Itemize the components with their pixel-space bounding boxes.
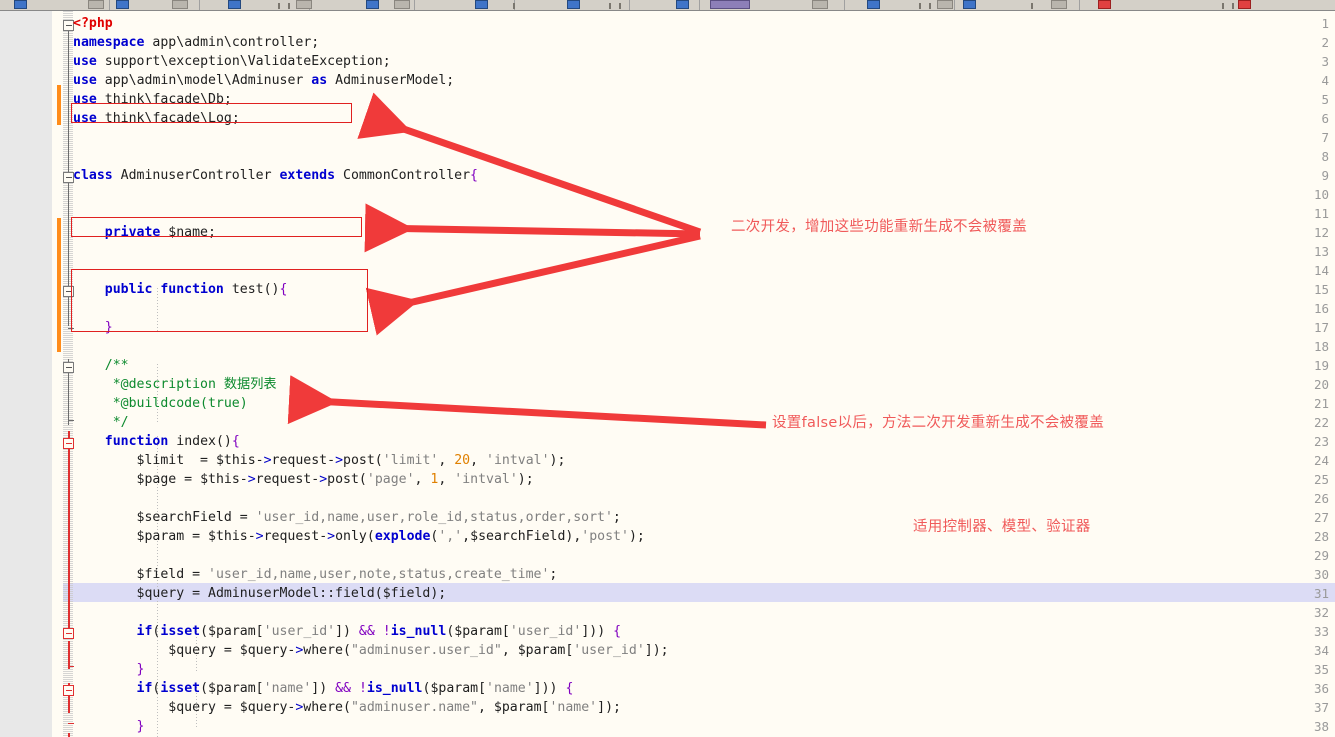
toolbar-tick-2 [288,3,290,9]
toolbar-tick-6 [919,3,921,9]
toolbar-tick-8 [1031,3,1033,9]
code-line[interactable]: class AdminuserController extends Common… [73,166,478,185]
toolbar-icon-17[interactable] [1051,0,1067,9]
fold-line-class [68,177,69,289]
toolbar-tick-1 [278,3,280,9]
code-line[interactable]: use app\admin\model\Adminuser as Adminus… [73,71,454,90]
code-line[interactable]: use think\facade\Log; [73,109,240,128]
fold-line-index [68,431,70,631]
toolbar-group-7[interactable] [630,0,700,10]
code-editor-window: 1 2 3 4 5 6 7 8 9 10 11 12 13 14 15 16 17 18 19 20 21 22 23 24 2… [0,0,1335,737]
code-line[interactable]: *@description 数据列表 [73,375,277,394]
toolbar-group-4[interactable] [310,0,415,10]
code-line[interactable]: <?php [73,14,113,33]
toolbar-icon-8[interactable] [394,0,410,9]
toolbar-group-6[interactable] [515,0,630,10]
code-line[interactable]: private $name; [73,223,216,242]
toolbar-icon-1[interactable] [14,0,27,9]
code-line[interactable]: namespace app\admin\controller; [73,33,319,52]
code-line[interactable]: if(isset($param['name']) && !is_null($pa… [73,679,574,698]
toolbar-group-2[interactable] [110,0,200,10]
code-line[interactable]: $searchField = 'user_id,name,user,role_i… [73,508,621,527]
toolbar-icon-4[interactable] [172,0,188,9]
code-line[interactable]: $field = 'user_id,name,user,note,status,… [73,565,558,584]
change-bar-lines-12-18 [57,218,61,352]
fold-line-if-user [68,733,70,737]
code-line[interactable]: function index(){ [73,432,240,451]
toolbar-group-10[interactable] [955,0,1080,10]
code-line[interactable]: } [73,717,145,736]
toolbar-icon-7[interactable] [366,0,379,9]
toolbar-group-8[interactable] [700,0,845,10]
code-line[interactable]: $query = AdminuserModel::field($field); [73,584,447,603]
toolbar-icon-14[interactable] [867,0,880,9]
code-line[interactable]: /** [73,356,129,375]
code-line[interactable]: public function test(){ [73,280,288,299]
toolbar-tick-10 [1232,3,1234,9]
toolbar-icon-12[interactable] [710,0,750,9]
toolbar-icon-18[interactable] [1238,0,1251,9]
toolbar-icon-stop[interactable] [1098,0,1111,9]
toolbar-icon-2[interactable] [88,0,104,9]
code-line[interactable]: *@buildcode(true) [73,394,248,413]
code-line[interactable]: $limit = $this->request->post('limit', 2… [73,451,566,470]
toolbar[interactable] [0,0,1335,11]
code-line[interactable]: $page = $this->request->post('page', 1, … [73,470,534,489]
editor-surface[interactable]: 1 2 3 4 5 6 7 8 9 10 11 12 13 14 15 16 17 18 19 20 21 22 23 24 2… [0,11,1335,737]
toolbar-icon-13[interactable] [812,0,828,9]
toolbar-icon-9[interactable] [475,0,488,9]
code-line[interactable]: $query = $query->where("adminuser.user_i… [73,641,668,660]
toolbar-icon-16[interactable] [963,0,976,9]
code-line[interactable]: use support\exception\ValidateException; [73,52,391,71]
toolbar-group-5[interactable] [415,0,515,10]
toolbar-icon-11[interactable] [676,0,689,9]
fold-line-file [68,25,69,177]
toolbar-group-3[interactable] [200,0,312,10]
code-line[interactable]: */ [73,413,129,432]
code-line[interactable]: } [73,318,113,337]
code-text[interactable]: <?php namespace app\admin\controller; use … [73,11,1335,737]
change-bar-lines-5-6 [57,85,61,125]
toolbar-icon-15[interactable] [937,0,953,9]
toolbar-icon-5[interactable] [228,0,241,9]
toolbar-tick-5 [619,3,621,9]
code-line[interactable]: $param = $this->request->only(explode(',… [73,527,645,546]
fold-line-if-userid [68,641,70,669]
toolbar-group-1[interactable] [0,0,110,10]
line-number-gutter[interactable] [0,11,52,737]
code-line[interactable]: if(isset($param['user_id']) && !is_null(… [73,622,622,641]
toolbar-tick-9 [1222,3,1224,9]
toolbar-tick-4 [609,3,611,9]
code-line[interactable]: $query = $query->where("adminuser.name",… [73,698,621,717]
code-line[interactable]: } [73,660,145,679]
toolbar-group-11[interactable] [1080,0,1270,10]
toolbar-icon-3[interactable] [116,0,129,9]
toolbar-tick-7 [929,3,931,9]
code-line[interactable]: use think\facade\Db; [73,90,232,109]
toolbar-group-9[interactable] [845,0,955,10]
toolbar-icon-10[interactable] [567,0,580,9]
